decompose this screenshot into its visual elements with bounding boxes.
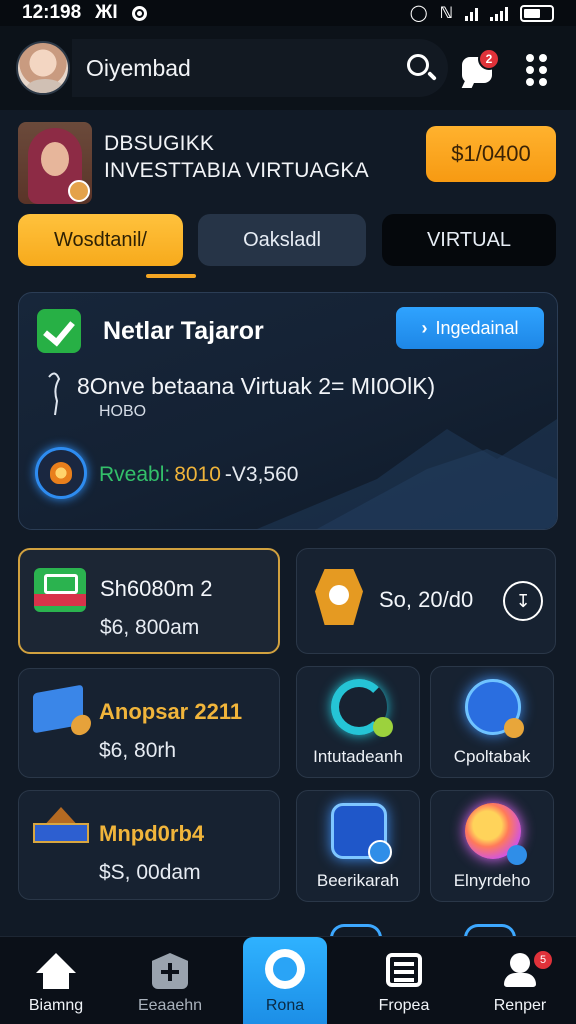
money-icon — [34, 568, 86, 612]
shortcut-label: Beerikarah — [316, 871, 400, 890]
circle-icon — [265, 949, 305, 989]
more-menu-button[interactable] — [524, 50, 550, 86]
feature-subtext: HOBO — [99, 403, 147, 420]
dots-icon — [526, 54, 534, 62]
tile-amount: $6, 800am — [100, 616, 200, 639]
search-icon — [407, 54, 429, 76]
profile-row: DBSUGIKK INVESTTABIA VIRTUAGKA $1/0400 — [0, 110, 576, 206]
nav-add[interactable]: Eeaaehn — [132, 937, 208, 1024]
avatar[interactable] — [16, 41, 70, 95]
tile-item-2[interactable]: Mnpd0rb4 $S, 00dam — [18, 790, 280, 900]
record-icon — [131, 5, 147, 21]
shortcut-label: Elnyrdeho — [453, 871, 531, 890]
profile-texts: DBSUGIKK INVESTTABIA VIRTUAGKA — [104, 130, 369, 184]
app-card-icon — [331, 803, 392, 864]
reward-value: 8010 — [174, 463, 221, 486]
box-icon — [33, 684, 83, 734]
shortcut-tile-4[interactable]: Elnyrdeho — [430, 790, 554, 902]
balance-button[interactable]: $1/0400 — [426, 126, 556, 182]
feature-action-label: Ingedainal — [435, 317, 519, 338]
reward-icon — [35, 447, 87, 499]
nav-label: Renper — [493, 997, 547, 1014]
mute-icon: ℕ — [439, 5, 453, 22]
chevron-right-icon: › — [421, 317, 428, 338]
status-time: 12:198 — [22, 2, 82, 23]
reward-row: Rveabl: 8010 -V3,560 — [99, 463, 298, 487]
nav-center[interactable]: Rona — [243, 937, 327, 1024]
tab-bar: Wosdtanil/ Oaksladl VIRTUAL — [18, 214, 558, 278]
feature-title: Netlar Tajaror — [103, 317, 264, 345]
shortcut-tile-3[interactable]: Beerikarah — [296, 790, 420, 902]
battery-icon — [520, 4, 554, 22]
app-title: Oiyembad — [86, 54, 191, 81]
nav-news[interactable]: Fropea — [366, 937, 442, 1024]
bottom-navigation: Biamng Eeaaehn Rona Fropea 5 Renper — [0, 936, 576, 1024]
nav-profile[interactable]: 5 Renper — [482, 937, 558, 1024]
status-bar: 12:198 ЖI ◯ ℕ — [0, 0, 576, 26]
tab-virtual[interactable]: VIRTUAL — [382, 214, 556, 266]
shortcut-label: Intutadeanh — [313, 747, 403, 766]
profile-photo[interactable] — [18, 122, 92, 204]
feature-description: 8Onve betaana Virtuak 2= MI0OlK) — [77, 373, 436, 399]
profile-badge: 5 — [534, 951, 552, 969]
orb-icon — [465, 803, 527, 865]
nav-label: Biamng — [28, 997, 84, 1014]
tile-amount: $S, 00dam — [99, 861, 201, 884]
nav-label: Rona — [265, 997, 305, 1014]
tile-featured-2[interactable]: So, 20/d0 ↧ — [296, 548, 556, 654]
tile-title: Mnpd0rb4 — [99, 821, 205, 846]
profile-line-1: DBSUGIKK — [104, 132, 215, 155]
check-icon — [37, 309, 81, 353]
signal-icon — [490, 6, 508, 21]
tab-2[interactable]: Oaksladl — [198, 214, 366, 266]
mountain-decoration — [257, 419, 557, 529]
header-title-bar: Oiyembad — [72, 39, 448, 97]
profile-icon — [502, 953, 538, 989]
shortcut-label: Cpoltabak — [453, 747, 531, 766]
alarm-icon: ◯ — [409, 5, 428, 22]
carrier-icon: ЖI — [95, 2, 118, 23]
tile-item-1[interactable]: Anopsar 2211 $6, 80rh — [18, 668, 280, 778]
reward-value-secondary: -V3,560 — [224, 463, 299, 486]
crest-icon — [315, 569, 363, 625]
shortcut-tile-1[interactable]: Intutadeanh — [296, 666, 420, 778]
news-icon — [386, 953, 422, 987]
nav-label: Fropea — [378, 997, 430, 1014]
coin-badge-icon — [68, 180, 90, 202]
nav-label: Eeaaehn — [137, 997, 203, 1014]
chart-card-icon — [465, 679, 524, 738]
active-tab-indicator — [146, 274, 196, 278]
pen-icon — [48, 372, 61, 416]
tile-title: So, 20/d0 — [379, 587, 474, 612]
tile-featured-1[interactable]: Sh6080m 2 $6, 800am — [18, 548, 280, 654]
feature-card[interactable]: Netlar Tajaror › Ingedainal 8Onve betaan… — [18, 292, 558, 530]
tab-1[interactable]: Wosdtanil/ — [18, 214, 183, 266]
tile-title: Anopsar 2211 — [99, 699, 243, 724]
feature-action-button[interactable]: › Ingedainal — [396, 307, 544, 349]
tile-amount: $6, 80rh — [99, 739, 177, 762]
nav-home[interactable]: Biamng — [18, 937, 94, 1024]
tile-title: Sh6080m 2 — [100, 576, 213, 601]
shop-sign-icon — [33, 807, 89, 855]
reward-label: Rveabl: — [99, 463, 171, 486]
download-icon[interactable]: ↧ — [503, 581, 543, 621]
app-header: Oiyembad 2 — [0, 26, 576, 110]
chat-badge: 2 — [478, 48, 500, 70]
search-button[interactable] — [400, 48, 440, 88]
ring-icon — [331, 679, 393, 737]
add-icon — [152, 953, 188, 989]
partial-next-row — [0, 914, 576, 938]
chat-button[interactable]: 2 — [458, 48, 500, 88]
home-icon — [36, 953, 76, 989]
profile-line-2: INVESTTABIA VIRTUAGKA — [104, 159, 369, 182]
wifi-icon — [465, 6, 478, 21]
shortcut-tile-2[interactable]: Cpoltabak — [430, 666, 554, 778]
